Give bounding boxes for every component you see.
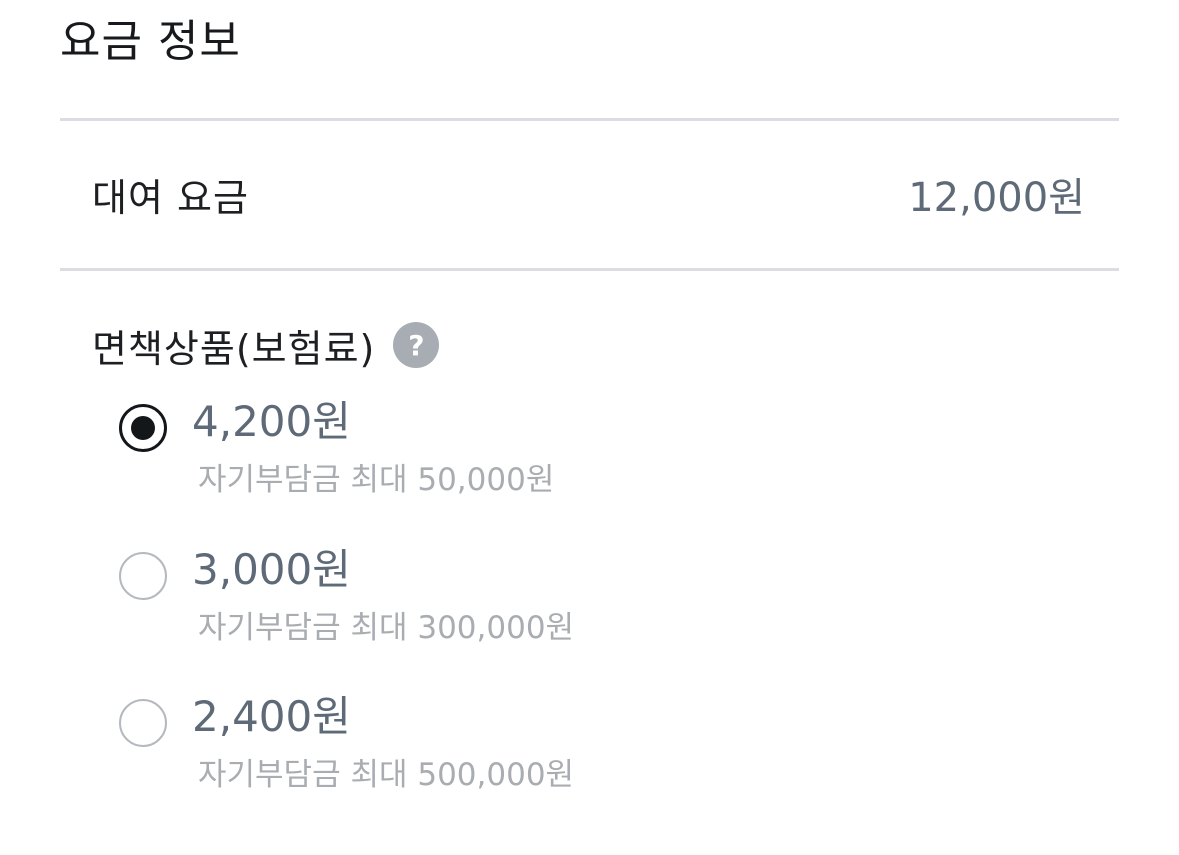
insurance-option[interactable]: 2,400원 자기부담금 최대 500,000원 <box>119 689 719 799</box>
page-title: 요금 정보 <box>60 16 241 67</box>
option-deductible: 자기부담금 최대 300,000원 <box>198 610 575 646</box>
option-price: 3,000원 <box>192 545 351 594</box>
insurance-option[interactable]: 4,200원 자기부담금 최대 50,000원 <box>119 394 719 504</box>
option-deductible: 자기부담금 최대 500,000원 <box>198 757 575 793</box>
rental-fee-row: 대여 요금 12,000원 <box>92 164 1085 224</box>
option-deductible: 자기부담금 최대 50,000원 <box>198 462 555 498</box>
divider <box>60 118 1119 121</box>
radio-button[interactable] <box>119 552 167 600</box>
option-price: 2,400원 <box>192 692 351 741</box>
radio-button[interactable] <box>119 699 167 747</box>
rental-fee-value: 12,000원 <box>908 175 1085 221</box>
option-price: 4,200원 <box>192 397 351 446</box>
radio-button-selected[interactable] <box>119 404 167 452</box>
divider <box>60 268 1119 271</box>
rental-fee-label: 대여 요금 <box>92 175 249 220</box>
insurance-header: 면책상품(보험료) ? <box>92 318 440 372</box>
insurance-label: 면책상품(보험료) <box>92 326 376 371</box>
insurance-option[interactable]: 3,000원 자기부담금 최대 300,000원 <box>119 542 719 652</box>
help-icon[interactable]: ? <box>393 322 440 368</box>
